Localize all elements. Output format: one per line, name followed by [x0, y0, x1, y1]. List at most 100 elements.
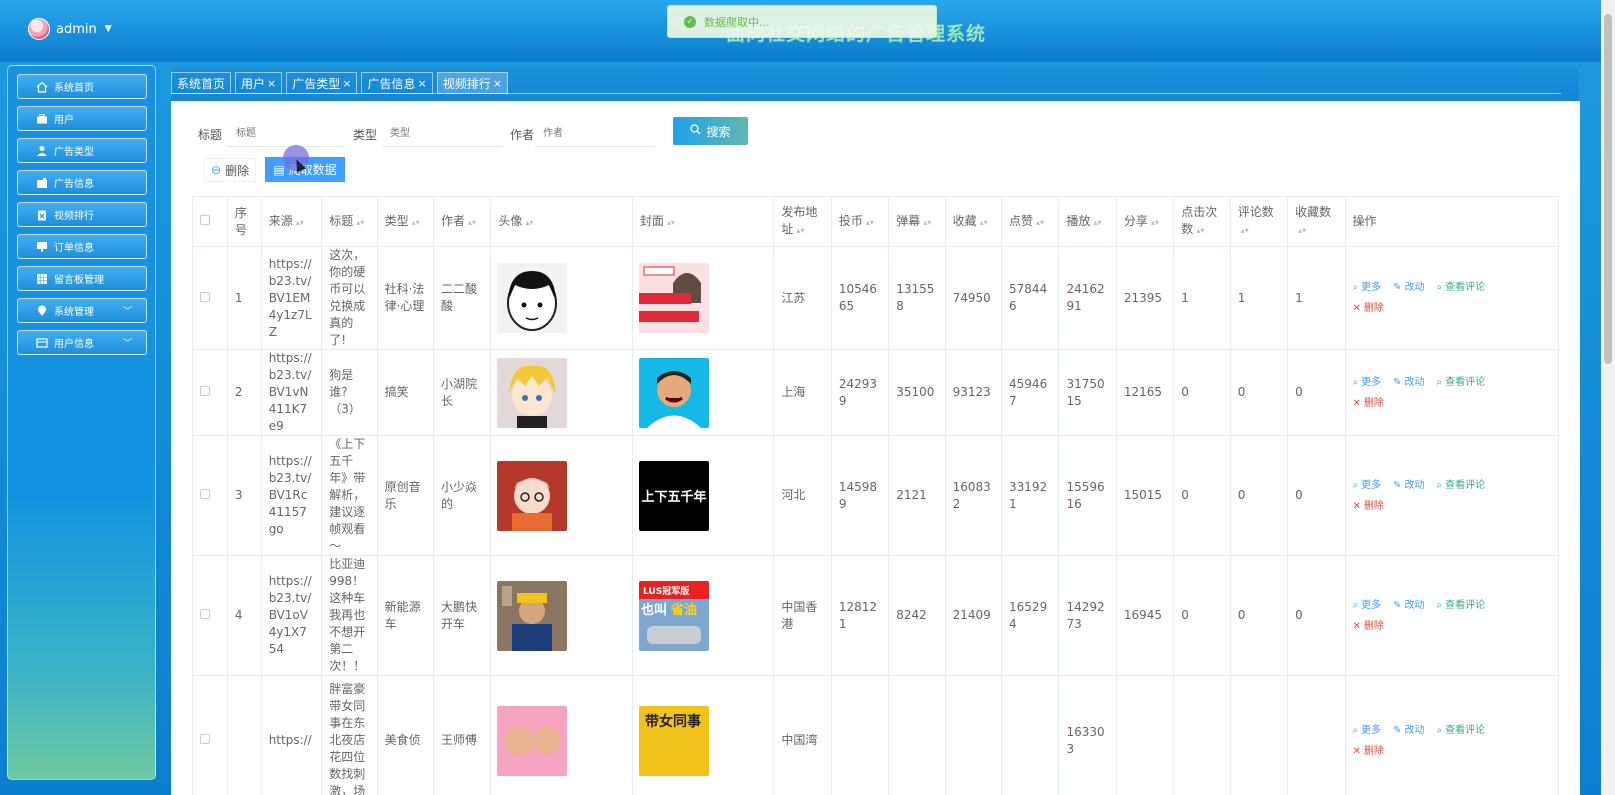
tab-ad-types[interactable]: 广告类型 ×	[286, 72, 358, 94]
col-fav-count[interactable]: 收藏数▴▾	[1287, 196, 1346, 247]
delete-button[interactable]: ✕ 删除	[1353, 498, 1384, 515]
sort-icon: ▴▾	[1150, 217, 1159, 227]
edit-button[interactable]: ✎ 改动	[1393, 722, 1424, 739]
top-header: admin ▼ 面向社交网络的广告管理系统 ✓ 数据爬取中...	[0, 0, 1615, 62]
cell-title: 狗是谁?（3）	[321, 349, 378, 436]
briefcase-icon	[36, 113, 48, 125]
delete-button[interactable]: ✕ 删除	[1353, 618, 1384, 635]
batch-delete-button[interactable]: ⊖ 删除	[204, 158, 257, 182]
row-checkbox[interactable]	[192, 675, 228, 795]
cell-favorites: 21409	[944, 555, 1003, 676]
cell-source: https://b23.tv/BV1Rc41157go	[260, 435, 323, 556]
toast-message: ✓ 数据爬取中...	[667, 5, 937, 38]
col-shares[interactable]: 分享 ▴▾	[1115, 196, 1175, 247]
col-address[interactable]: 发布地址 ▴▾	[773, 196, 832, 247]
row-checkbox[interactable]	[192, 246, 228, 350]
cell-fav-count: 1	[1287, 246, 1346, 350]
tab-label: 系统首页	[177, 76, 226, 91]
col-title[interactable]: 标题 ▴▾	[321, 196, 378, 247]
col-clicks[interactable]: 点击次数 ▴▾	[1173, 196, 1231, 247]
cell-no: 1	[226, 246, 262, 350]
edit-button[interactable]: ✎ 改动	[1393, 279, 1424, 296]
close-icon[interactable]: ×	[493, 77, 502, 90]
close-icon[interactable]: ×	[267, 77, 276, 90]
row-checkbox[interactable]	[192, 435, 228, 556]
sidebar-item-home[interactable]: 系统首页	[17, 74, 147, 99]
sort-icon: ▴▾	[525, 217, 534, 227]
col-plays[interactable]: 播放 ▴▾	[1058, 196, 1117, 247]
col-source[interactable]: 来源 ▴▾	[260, 196, 323, 247]
col-cover[interactable]: 封面 ▴▾	[631, 196, 775, 247]
home-icon	[36, 81, 48, 93]
col-favorites[interactable]: 收藏 ▴▾	[944, 196, 1003, 247]
author-search-input[interactable]	[535, 121, 655, 147]
col-type[interactable]: 类型 ▴▾	[376, 196, 434, 247]
edit-button[interactable]: ✎ 改动	[1393, 597, 1424, 614]
sidebar-item-label: 广告类型	[54, 147, 94, 158]
tab-label: 用户	[241, 76, 266, 91]
more-button[interactable]: ⌕ 更多	[1353, 477, 1382, 494]
cell-cover	[631, 246, 775, 350]
table-row: 2 https://b23.tv/BV1vN411K7e9 狗是谁?（3） 搞笑 小湖院…	[192, 349, 1560, 436]
user-menu[interactable]: admin ▼	[28, 18, 112, 40]
more-button[interactable]: ⌕ 更多	[1353, 279, 1382, 296]
delete-button[interactable]: ✕ 删除	[1353, 743, 1384, 760]
view-comments-button[interactable]: ⌕ 查看评论	[1437, 597, 1486, 614]
view-comments-button[interactable]: ⌕ 查看评论	[1437, 477, 1486, 494]
edit-button[interactable]: ✎ 改动	[1393, 374, 1424, 391]
sidebar-item-messages[interactable]: 留言板管理	[17, 266, 147, 291]
delete-button[interactable]: ✕ 删除	[1353, 395, 1384, 412]
cell-cover: 上下五千年	[631, 435, 775, 556]
sidebar-item-user-info[interactable]: 用户信息 ﹀	[17, 330, 147, 355]
cell-fav-count: 0	[1287, 349, 1346, 436]
close-icon[interactable]: ×	[418, 77, 427, 90]
type-search-input[interactable]	[382, 121, 502, 147]
edit-icon: ✎	[1393, 724, 1402, 736]
sidebar-item-ad-info[interactable]: 广告信息	[17, 170, 147, 195]
tab-home[interactable]: 系统首页	[171, 72, 232, 94]
tab-video-rank[interactable]: 视频排行 ×	[436, 72, 508, 94]
video-rank-table: 序号 来源 ▴▾ 标题 ▴▾ 类型 ▴▾ 作者 ▴▾ 头像 ▴▾ 封面 ▴▾ 发布地址 ▴▾ …	[192, 196, 1560, 795]
avatar-image	[497, 357, 568, 428]
edit-button[interactable]: ✎ 改动	[1393, 477, 1424, 494]
sidebar-item-label: 用户	[54, 115, 74, 126]
scrollbar-thumb[interactable]	[1604, 14, 1612, 364]
sidebar-item-ad-types[interactable]: 广告类型	[17, 138, 147, 163]
cover-image: 带女同事	[638, 705, 709, 776]
cell-address: 河北	[773, 435, 832, 556]
col-comments[interactable]: 评论数▴▾	[1229, 196, 1289, 247]
sidebar-item-orders[interactable]: 订单信息	[17, 234, 147, 259]
select-all-checkbox[interactable]	[192, 196, 228, 247]
tab-users[interactable]: 用户 ×	[235, 72, 283, 94]
search-button[interactable]: 搜索	[673, 117, 748, 145]
col-likes[interactable]: 点赞 ▴▾	[1001, 196, 1060, 247]
delete-button[interactable]: ✕ 删除	[1353, 300, 1384, 317]
vertical-scrollbar[interactable]	[1601, 0, 1615, 795]
col-coins[interactable]: 投币 ▴▾	[830, 196, 890, 247]
cell-avatar	[490, 246, 633, 350]
cell-likes	[1001, 675, 1060, 795]
col-author[interactable]: 作者 ▴▾	[432, 196, 492, 247]
row-checkbox[interactable]	[192, 349, 228, 436]
row-checkbox[interactable]	[192, 555, 228, 676]
svg-text:也叫: 也叫	[641, 602, 667, 618]
title-search-input[interactable]	[228, 121, 343, 147]
sidebar-item-users[interactable]: 用户	[17, 106, 147, 131]
cell-coins	[830, 675, 890, 795]
sidebar-item-video-rank[interactable]: 视频排行	[17, 202, 147, 227]
tab-ad-info[interactable]: 广告信息 ×	[361, 72, 433, 94]
close-icon[interactable]: ×	[342, 77, 351, 90]
view-comments-button[interactable]: ⌕ 查看评论	[1437, 279, 1486, 296]
more-button[interactable]: ⌕ 更多	[1353, 722, 1382, 739]
more-button[interactable]: ⌕ 更多	[1353, 374, 1382, 391]
sidebar-item-label: 留言板管理	[54, 275, 104, 286]
more-button[interactable]: ⌕ 更多	[1353, 597, 1382, 614]
search-button-label: 搜索	[706, 124, 731, 139]
view-comments-button[interactable]: ⌕ 查看评论	[1437, 374, 1486, 391]
col-avatar[interactable]: 头像 ▴▾	[490, 196, 633, 247]
sidebar: 系统首页 用户 广告类型 广告信息 视频排行 订单信息 留言板管理 系统管理 ﹀…	[7, 65, 156, 780]
view-comments-button[interactable]: ⌕ 查看评论	[1437, 722, 1486, 739]
col-danmaku[interactable]: 弹幕 ▴▾	[888, 196, 946, 247]
sidebar-item-system[interactable]: 系统管理 ﹀	[17, 298, 147, 323]
sort-icon: ▴▾	[1298, 226, 1307, 235]
